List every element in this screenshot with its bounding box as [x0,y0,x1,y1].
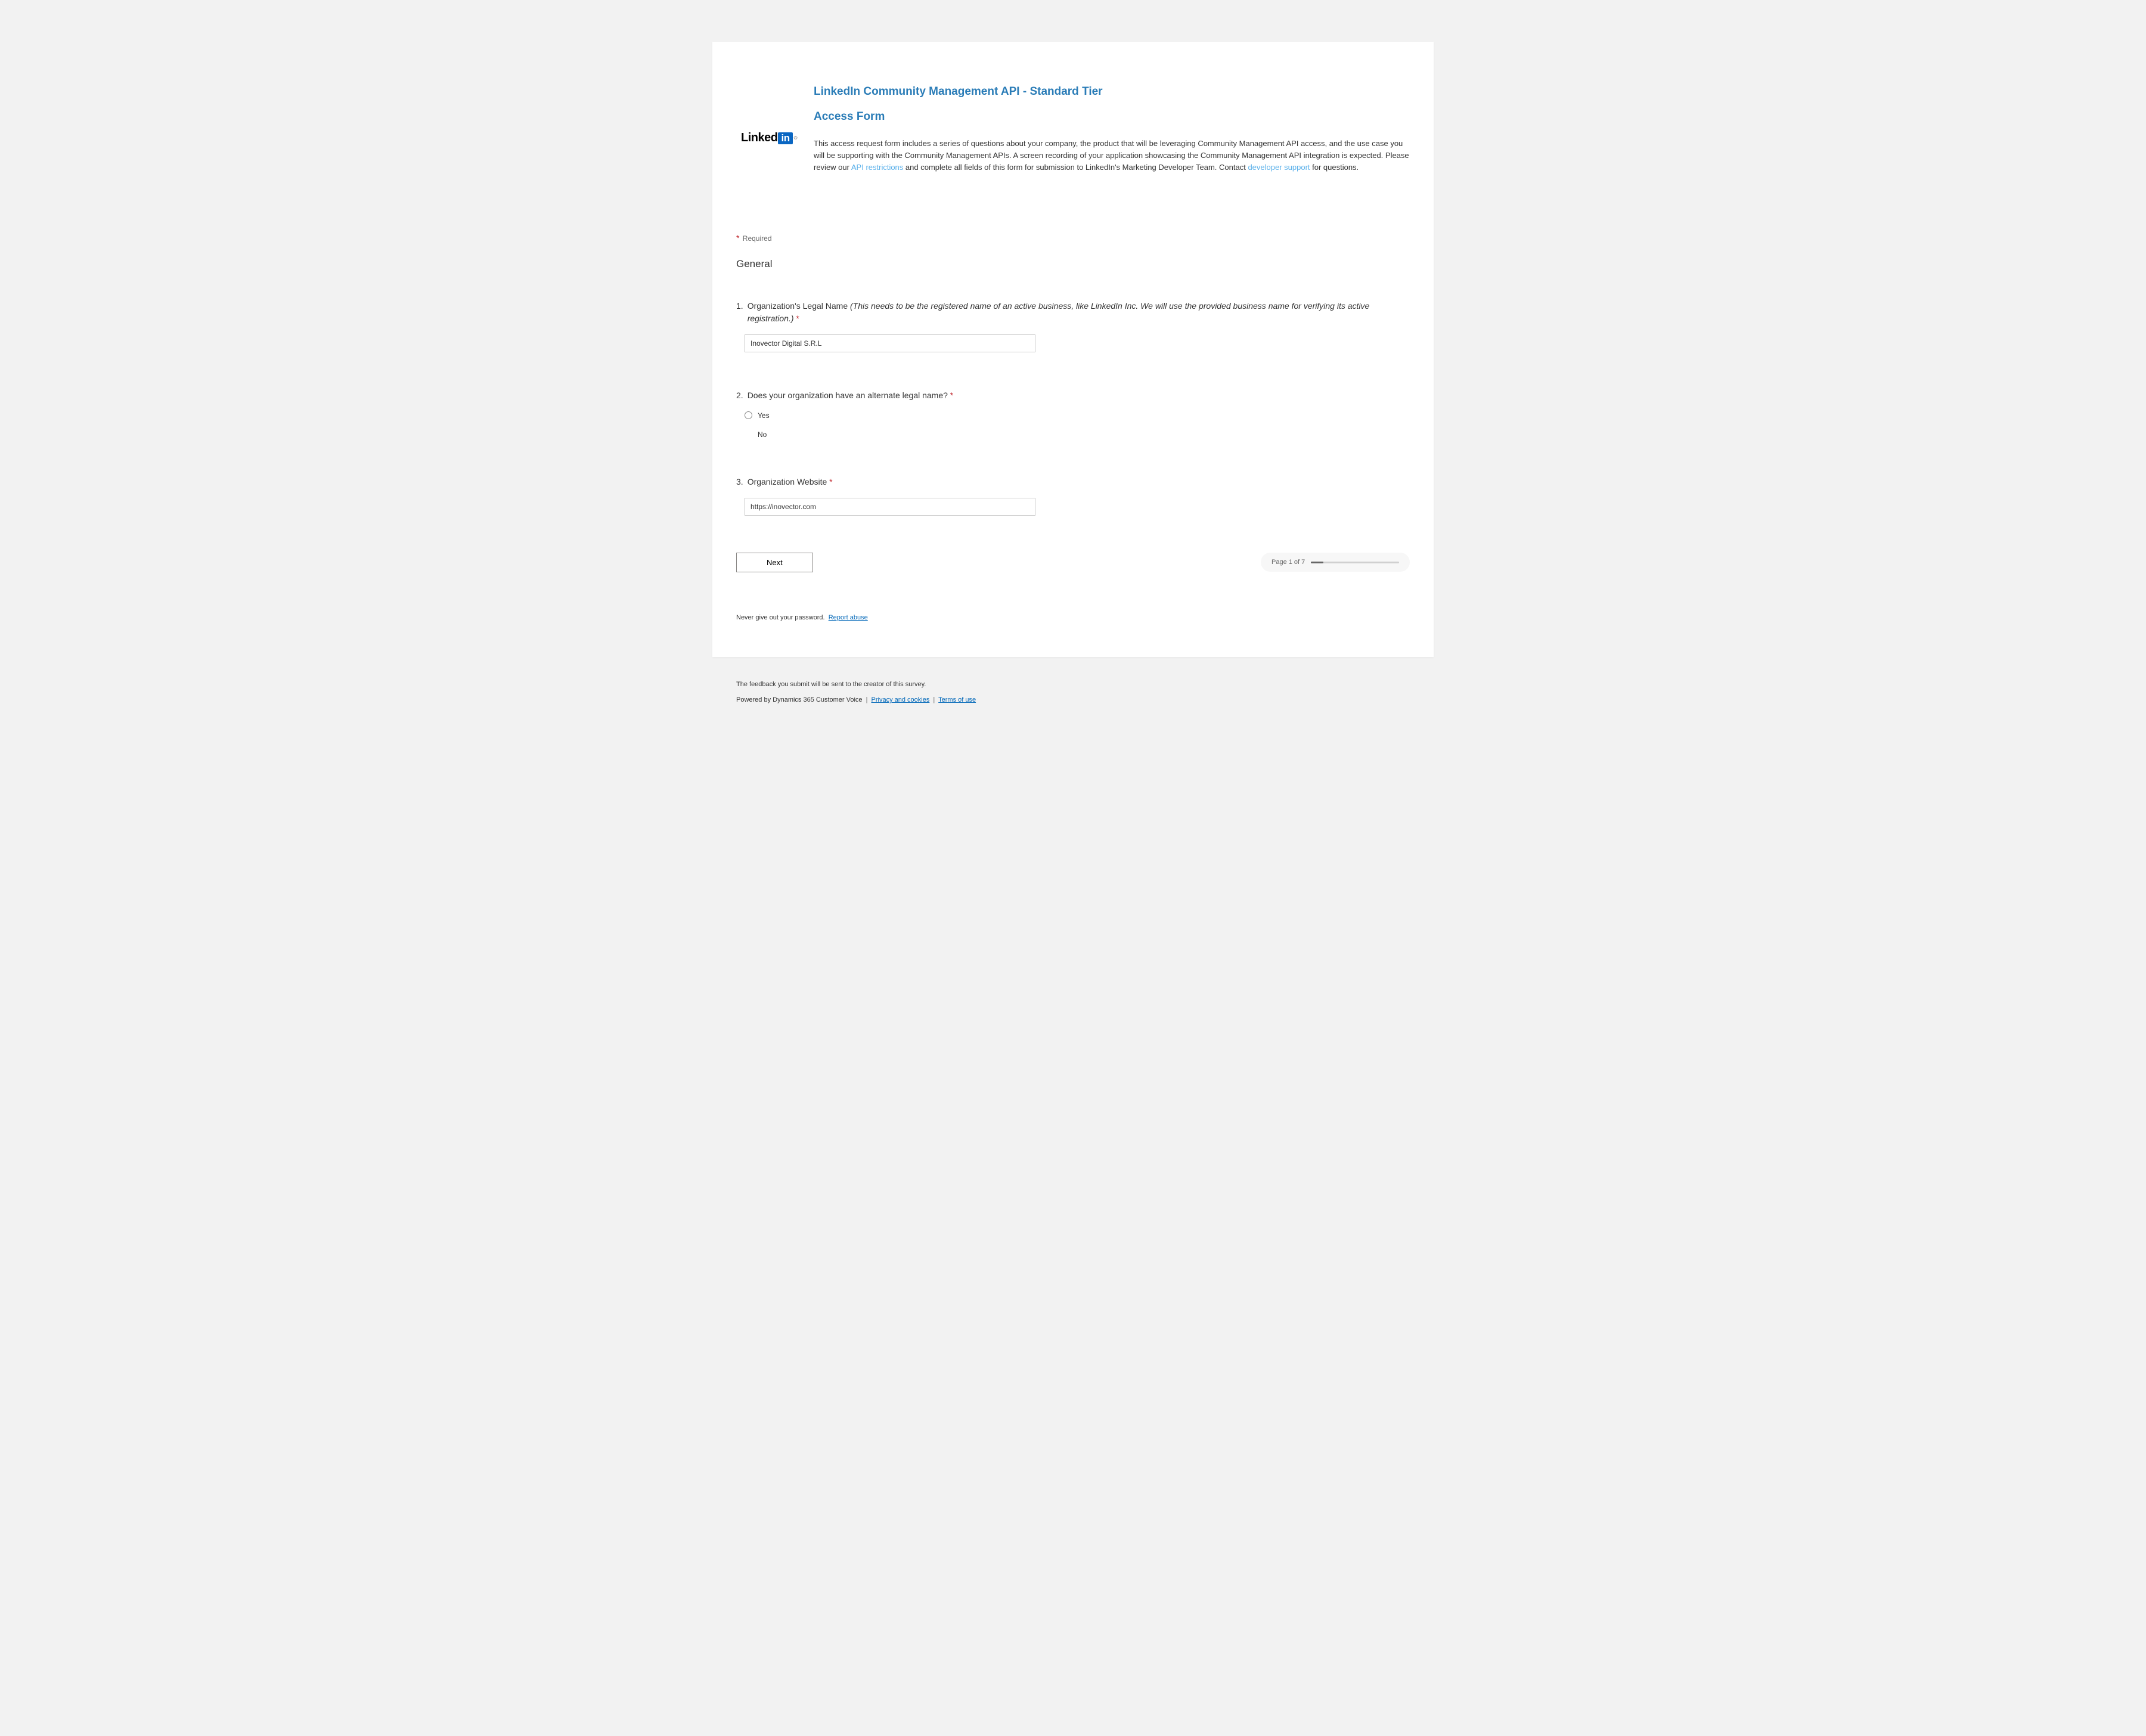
privacy-cookies-link[interactable]: Privacy and cookies [872,696,930,703]
logo-registered: ® [794,135,797,141]
radio-label: No [758,430,767,439]
logo-text: Linked [741,131,777,145]
next-button[interactable]: Next [736,553,813,572]
question-number: 2. [736,389,743,402]
section-heading-general: General [736,258,1410,270]
question-org-legal-name: 1. Organization's Legal Name (This needs… [736,300,1410,352]
required-label: Required [743,234,772,243]
question-number: 1. [736,300,743,325]
logo-cell: Linkedin® [736,83,802,145]
question-alternate-name: 2. Does your organization have an altern… [736,389,1410,439]
terms-of-use-link[interactable]: Terms of use [938,696,976,703]
radio-label: Yes [758,411,770,420]
required-star-icon: * [736,233,739,243]
password-warning: Never give out your password. Report abu… [736,614,1410,621]
report-abuse-link[interactable]: Report abuse [829,614,868,621]
form-header: Linkedin® LinkedIn Community Management … [736,83,1410,173]
footer: The feedback you submit will be sent to … [712,669,1434,715]
intro-text: This access request form includes a seri… [814,138,1410,173]
footer-powered-by: Powered by Dynamics 365 Customer Voice |… [736,696,1410,703]
nav-row: Next Page 1 of 7 [736,553,1410,572]
question-org-website: 3. Organization Website * [736,476,1410,516]
radio-option-no[interactable]: No [745,430,1410,439]
intro-part2: and complete all fields of this form for… [903,163,1248,172]
progress-indicator: Page 1 of 7 [1261,553,1410,572]
form-card: Linkedin® LinkedIn Community Management … [712,42,1434,657]
developer-support-link[interactable]: developer support [1248,163,1310,172]
radio-option-yes[interactable]: Yes [745,411,1410,420]
form-title: LinkedIn Community Management API - Stan… [814,83,1410,101]
question-text: Does your organization have an alternate… [748,389,1410,402]
progress-bar [1311,562,1399,563]
progress-fill [1311,562,1323,563]
radio-spacer [745,430,752,438]
org-website-input[interactable] [745,498,1035,516]
form-subtitle: Access Form [814,110,1410,123]
footer-feedback-note: The feedback you submit will be sent to … [736,681,1410,688]
logo-in-badge: in [778,132,792,144]
password-warning-text: Never give out your password. [736,614,825,621]
question-text: Organization's Legal Name (This needs to… [748,300,1410,325]
question-text: Organization Website * [748,476,1410,488]
linkedin-logo: Linkedin® [741,131,797,145]
radio-icon [745,411,752,419]
api-restrictions-link[interactable]: API restrictions [851,163,903,172]
intro-part3: for questions. [1310,163,1359,172]
question-number: 3. [736,476,743,488]
org-legal-name-input[interactable] [745,334,1035,352]
required-note: * Required [736,233,1410,243]
page-count-label: Page 1 of 7 [1272,559,1305,566]
